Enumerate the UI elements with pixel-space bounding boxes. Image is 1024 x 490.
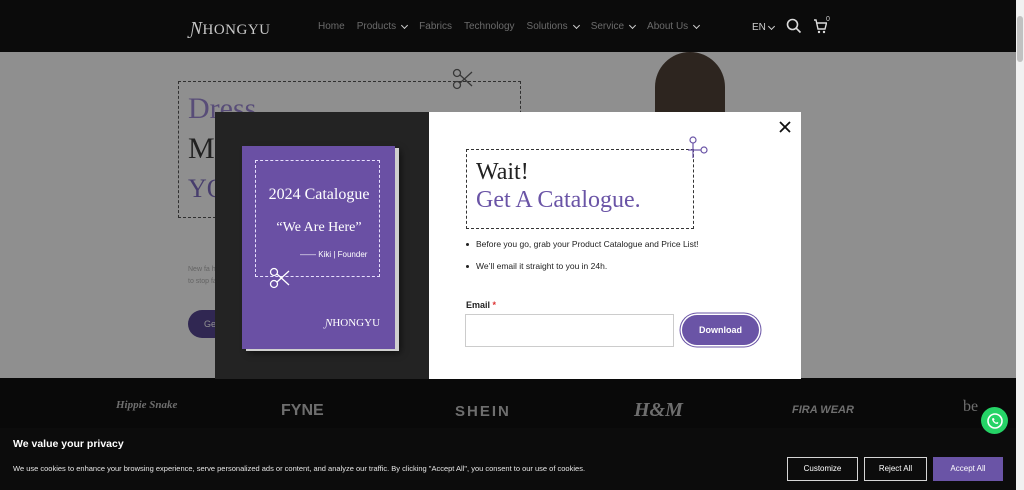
chevron-down-icon xyxy=(767,22,775,30)
page-scrollbar[interactable] xyxy=(1016,0,1024,490)
modal-heading-wait: Wait! xyxy=(476,159,529,185)
chevron-down-icon xyxy=(572,21,580,29)
nav-item-label: Technology xyxy=(463,21,515,32)
close-icon[interactable] xyxy=(777,119,793,135)
book-title: 2024 Catalogue xyxy=(268,186,370,203)
nav-item-solutions[interactable]: Solutions xyxy=(526,21,580,32)
nav-item-label: Fabrics xyxy=(419,21,452,32)
modal-bullet-list: Before you go, grab your Product Catalog… xyxy=(466,239,699,283)
nav-item-service[interactable]: Service xyxy=(590,21,637,32)
list-item: Before you go, grab your Product Catalog… xyxy=(466,239,699,249)
cookie-title: We value your privacy xyxy=(13,438,124,450)
book-logo: ƝHONGYU xyxy=(325,317,381,329)
nav-item-label: Home xyxy=(318,21,345,32)
language-selector[interactable]: EN xyxy=(752,22,775,33)
book-signature: —— Kiki | Founder xyxy=(300,250,368,259)
nav-item-label: Products xyxy=(356,21,397,32)
modal-heading-get-catalogue: Get A Catalogue. xyxy=(476,187,641,213)
nav-item-products[interactable]: Products xyxy=(356,21,409,32)
search-icon[interactable] xyxy=(786,18,802,39)
chevron-down-icon xyxy=(401,21,409,29)
email-field[interactable] xyxy=(465,314,674,347)
nav-item-fabrics[interactable]: Fabrics xyxy=(419,21,452,32)
reject-all-button[interactable]: Reject All xyxy=(864,457,927,481)
required-asterisk: * xyxy=(492,300,497,310)
scrollbar-thumb[interactable] xyxy=(1017,16,1023,62)
chevron-down-icon xyxy=(629,21,637,29)
cart-count-badge: 0 xyxy=(826,16,830,23)
nav-item-label: Solutions xyxy=(526,21,568,32)
email-label: Email * xyxy=(466,300,497,310)
book-quote: “We Are Here” xyxy=(276,220,362,235)
download-button[interactable]: Download xyxy=(682,315,759,345)
nav-item-label: Service xyxy=(590,21,625,32)
nav-item-about-us[interactable]: About Us xyxy=(647,21,701,32)
site-logo[interactable]: ƝHONGYU xyxy=(190,18,271,39)
scissors-icon xyxy=(269,267,291,294)
whatsapp-icon[interactable] xyxy=(981,407,1008,434)
cookie-text: We use cookies to enhance your browsing … xyxy=(13,464,586,473)
nav-item-label: About Us xyxy=(647,21,689,32)
chevron-down-icon xyxy=(693,21,701,29)
language-label: EN xyxy=(752,22,766,33)
list-item: We’ll email it straight to you in 24h. xyxy=(466,261,699,271)
main-nav: Home Products Fabrics Technology Solutions Se… xyxy=(318,21,701,32)
scissors-icon xyxy=(686,136,708,163)
book-dashed-frame xyxy=(255,160,380,277)
nav-item-home[interactable]: Home xyxy=(318,21,345,32)
customize-button[interactable]: Customize xyxy=(787,457,858,481)
cart-icon[interactable] xyxy=(813,18,828,39)
accept-all-button[interactable]: Accept All xyxy=(933,457,1003,481)
nav-item-technology[interactable]: Technology xyxy=(464,21,515,32)
